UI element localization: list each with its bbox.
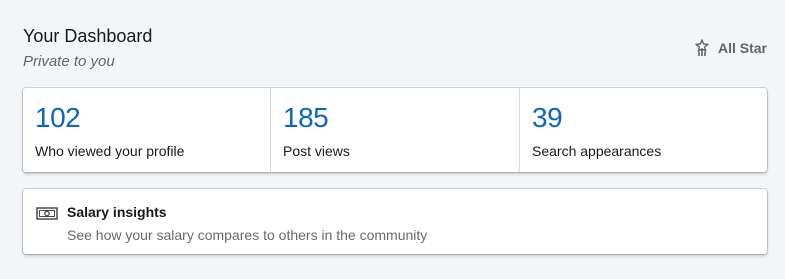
privacy-subtitle: Private to you — [23, 53, 115, 70]
page-title: Your Dashboard — [23, 26, 153, 46]
stats-card: 102 Who viewed your profile 185 Post vie… — [23, 88, 767, 172]
salary-insights-title: Salary insights — [67, 204, 167, 220]
stat-label: Post views — [283, 143, 350, 159]
dashboard-header: Your Dashboard Private to you All Star — [23, 24, 767, 80]
stat-label: Search appearances — [532, 143, 662, 159]
all-star-badge[interactable]: All Star — [694, 38, 767, 58]
stat-value: 102 — [35, 102, 81, 133]
stat-label: Who viewed your profile — [35, 143, 185, 159]
all-star-icon — [694, 39, 710, 57]
all-star-label: All Star — [717, 40, 767, 56]
salary-insights-description: See how your salary compares to others i… — [67, 227, 428, 243]
stat-search-appearances[interactable]: 39 Search appearances — [519, 88, 767, 172]
money-icon — [36, 205, 58, 221]
stat-value: 39 — [532, 102, 563, 133]
stat-value: 185 — [283, 102, 329, 133]
salary-insights-card[interactable]: Salary insights See how your salary comp… — [23, 189, 767, 254]
stat-post-views[interactable]: 185 Post views — [270, 88, 519, 172]
dashboard-panel: Your Dashboard Private to you All Star 1… — [0, 0, 785, 279]
stat-profile-views[interactable]: 102 Who viewed your profile — [23, 88, 270, 172]
